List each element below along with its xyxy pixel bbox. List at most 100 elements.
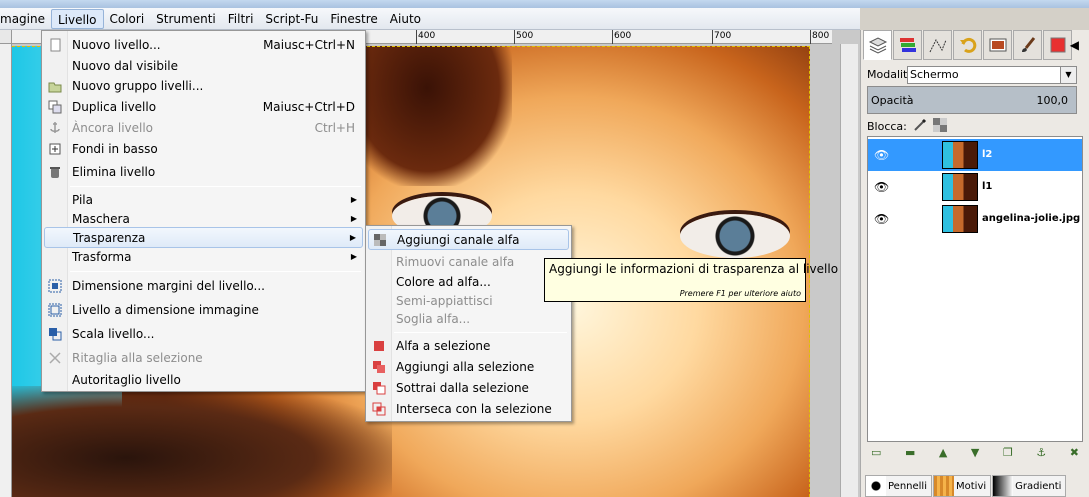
menu-item-shortcut: Maiusc+Ctrl+D [262,99,355,114]
delete-layer-icon[interactable]: ✖ [1070,446,1079,464]
crop-icon [49,351,61,364]
menu-item-nuovo-gruppo[interactable]: Nuovo gruppo livelli... [44,75,363,96]
eye-icon[interactable]: 👁 [874,212,889,226]
menu-filtri[interactable]: Filtri [222,9,260,29]
submenu-item-sottrai-selezione[interactable]: Sottrai dalla selezione [368,377,569,398]
channels-icon [899,38,916,52]
ruler-left[interactable] [0,44,12,497]
ruler-tick-line [416,30,417,44]
lower-layer-icon[interactable]: ▼ [971,446,979,464]
eye-icon[interactable]: 👁 [874,148,889,162]
tab-fg-color[interactable] [1043,30,1072,60]
menu-item-label: Ritaglia alla selezione [72,350,203,365]
submenu-item-label: Aggiungi canale alfa [397,232,520,247]
menu-item-livello-a-dimensione[interactable]: Livello a dimensione immagine [44,299,363,320]
undo-icon [959,37,976,53]
ruler-tick: 600 [614,31,632,41]
menu-item-trasparenza[interactable]: Trasparenza ▶ [44,227,363,248]
paths-icon [929,38,946,53]
menu-colori[interactable]: Colori [104,9,151,29]
menu-item-maschera[interactable]: Maschera ▶ [44,208,363,229]
menu-strumenti[interactable]: Strumenti [150,9,222,29]
duplicate-layer-icon[interactable]: ❐ [1003,446,1013,464]
menu-item-label: Àncora livello [72,120,154,135]
submenu-item-aggiungi-canale-alfa[interactable]: Aggiungi canale alfa [368,229,569,250]
submenu-item-aggiungi-selezione[interactable]: Aggiungi alla selezione [368,356,569,377]
merge-down-icon [49,143,61,154]
submenu-arrow-icon: ▶ [350,214,357,223]
submenu-item-label: Aggiungi alla selezione [396,359,535,374]
raise-layer-icon[interactable]: ▲ [939,446,947,464]
menu-item-nuovo-dal-visibile[interactable]: Nuovo dal visibile [44,55,363,76]
menu-item-label: Fondi in basso [72,141,158,156]
menu-item-label: Scala livello... [72,326,155,341]
opacity-slider[interactable]: Opacità 100,0 [867,86,1077,114]
submenu-item-label: Rimuovi canale alfa [396,254,515,269]
tab-gradienti[interactable]: Gradienti [992,475,1067,497]
lock-pixels-icon[interactable] [913,118,927,132]
tab-layers[interactable] [863,30,892,60]
photo-eye-right [680,214,790,258]
submenu-item-colore-ad-alfa[interactable]: Colore ad alfa... [368,271,569,292]
new-group-icon[interactable]: ▬ [905,446,915,464]
menu-item-fondi-in-basso[interactable]: Fondi in basso [44,138,363,159]
add-selection-icon [373,360,385,373]
menu-item-elimina-livello[interactable]: Elimina livello [44,161,363,182]
layer-row[interactable]: 👁 l1 [868,171,1082,203]
ruler-tick-line [810,30,811,44]
tab-paths[interactable] [923,30,952,60]
tab-brushes[interactable] [1013,30,1042,60]
subtract-selection-icon [373,381,386,394]
tab-channels[interactable] [893,30,922,60]
submenu-arrow-icon: ▶ [350,195,357,204]
dock-menu-icon[interactable]: ◀ [1070,38,1079,52]
ruler-corner[interactable] [0,30,12,44]
vertical-scrollbar[interactable] [840,44,858,497]
tab-images[interactable] [983,30,1012,60]
ruler-tick: 700 [714,31,732,41]
chevron-down-icon[interactable]: ▼ [1060,67,1076,83]
menu-item-ancora-livello[interactable]: Àncora livello Ctrl+H [44,117,363,138]
new-layer-icon[interactable]: ▭ [871,446,881,464]
submenu-item-alfa-a-selezione[interactable]: Alfa a selezione [368,335,569,356]
menu-item-nuovo-livello[interactable]: Nuovo livello... Maiusc+Ctrl+N [44,34,363,55]
ruler-tick: 400 [418,31,436,41]
lock-alpha-icon[interactable] [933,118,947,132]
trash-icon [50,166,60,178]
submenu-item-interseca-selezione[interactable]: Interseca con la selezione [368,398,569,419]
menu-item-duplica-livello[interactable]: Duplica livello Maiusc+Ctrl+D [44,96,363,117]
tab-undo[interactable] [953,30,982,60]
brush-swatch-icon [866,476,886,496]
tab-pennelli[interactable]: Pennelli [865,475,932,497]
layers-icon [868,37,887,54]
tab-label: Gradienti [1015,480,1062,492]
pattern-swatch-icon [934,476,954,496]
menu-item-ritaglia-selezione[interactable]: Ritaglia alla selezione [44,347,363,368]
tab-motivi[interactable]: Motivi [933,475,992,497]
menu-item-autoritaglio[interactable]: Autoritaglio livello [44,369,363,390]
menu-immagine[interactable]: magine [0,9,51,29]
submenu-item-rimuovi-canale-alfa[interactable]: Rimuovi canale alfa [368,251,569,272]
menu-aiuto[interactable]: Aiuto [384,9,427,29]
layer-row[interactable]: 👁 l2 [868,139,1082,171]
menu-script-fu[interactable]: Script-Fu [259,9,324,29]
window-title-strip [0,0,1089,8]
menubar: magine Livello Colori Strumenti Filtri S… [0,8,860,30]
mode-select[interactable]: Schermo ▼ [907,66,1077,84]
submenu-item-label: Alfa a selezione [396,338,491,353]
menu-item-dimensione-margini[interactable]: Dimensione margini del livello... [44,275,363,296]
ruler-tick-line [712,30,713,44]
menu-finestre[interactable]: Finestre [324,9,383,29]
brush-icon [1021,37,1035,52]
eye-icon[interactable]: 👁 [874,180,889,194]
submenu-item-soglia-alfa[interactable]: Soglia alfa... [368,308,569,329]
menu-item-label: Duplica livello [72,99,157,114]
opacity-label: Opacità [871,94,914,107]
menu-item-pila[interactable]: Pila ▶ [44,189,363,210]
menu-item-scala-livello[interactable]: Scala livello... [44,323,363,344]
menu-livello[interactable]: Livello [50,8,104,29]
layer-thumbnail [942,205,978,233]
layer-row[interactable]: 👁 angelina-jolie.jpg [868,203,1082,235]
menu-item-trasforma[interactable]: Trasforma ▶ [44,246,363,267]
anchor-icon[interactable]: ⚓ [1036,446,1046,464]
